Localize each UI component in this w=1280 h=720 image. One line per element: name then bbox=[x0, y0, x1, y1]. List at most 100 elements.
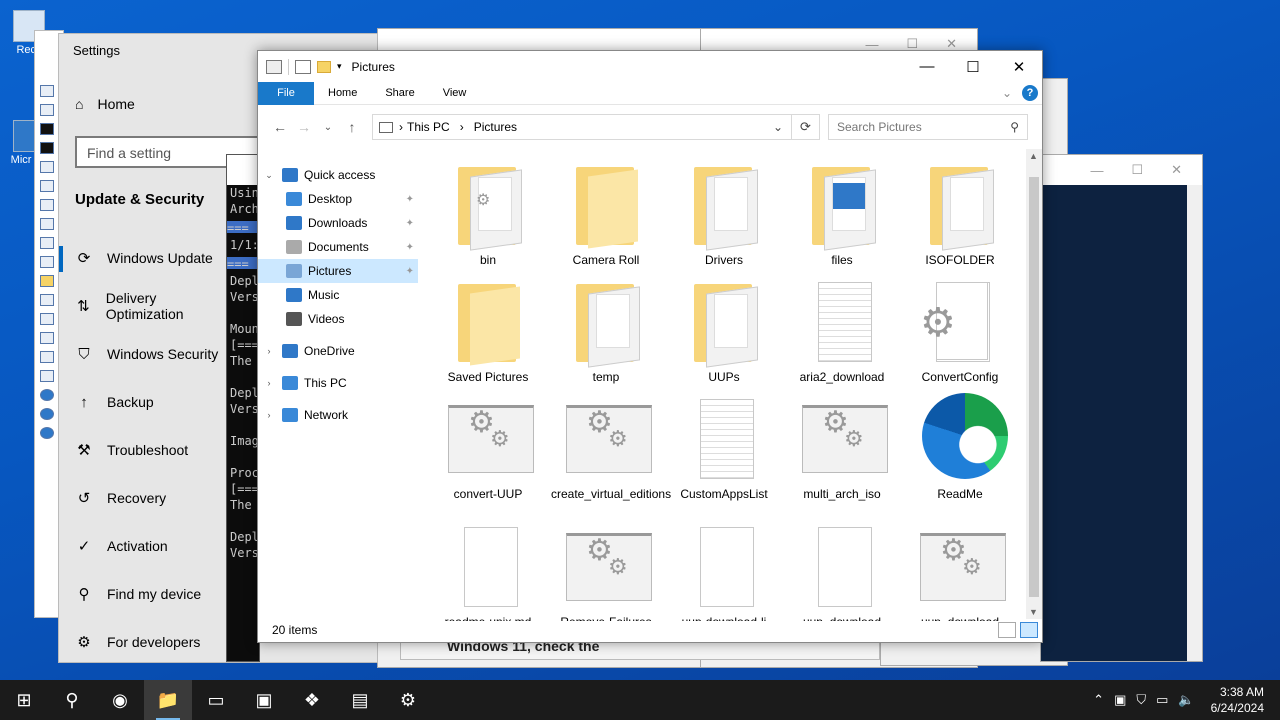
nav-troubleshoot[interactable]: ⚒ Troubleshoot bbox=[59, 426, 229, 474]
file-item[interactable]: ⚙ ⚙ convert-UUP bbox=[433, 393, 543, 502]
minimize-button[interactable]: — bbox=[904, 51, 950, 82]
settings-icon[interactable]: ⚙ bbox=[384, 680, 432, 720]
forward-arrow-icon[interactable]: → bbox=[292, 119, 316, 135]
terminal-icon[interactable]: ▭ bbox=[192, 680, 240, 720]
file-item[interactable]: files bbox=[787, 159, 897, 268]
search-icon[interactable]: ⚲ bbox=[48, 680, 96, 720]
file-item[interactable]: ⚙ ⚙ create_virtual_editions bbox=[551, 393, 671, 502]
scroll-up-icon[interactable]: ▲ bbox=[1029, 151, 1038, 161]
clock[interactable]: 3:38 AM 6/24/2024 bbox=[1211, 684, 1264, 716]
checkbox-icon[interactable] bbox=[295, 59, 311, 74]
refresh-button[interactable]: ⟳ bbox=[792, 114, 820, 140]
nav-find-my-device[interactable]: ⚲ Find my device bbox=[59, 570, 229, 618]
navigation-pane: ⌄ Quick access Desktop ✦ Downloads ✦ Documents… bbox=[258, 163, 418, 623]
collapsed-chevron-icon[interactable]: › bbox=[262, 410, 276, 420]
shield-tray-icon[interactable]: ⛉ bbox=[1136, 692, 1146, 708]
file-item[interactable]: readme-unix.md bbox=[433, 521, 543, 621]
properties-icon[interactable] bbox=[266, 59, 282, 74]
address-dropdown-icon[interactable]: ⌄ bbox=[765, 120, 791, 134]
back-arrow-icon[interactable]: ← bbox=[268, 119, 292, 135]
help-icon[interactable]: ? bbox=[1022, 85, 1038, 101]
nav-delivery-optimization[interactable]: ⇅ Delivery Optimization bbox=[59, 282, 229, 330]
nav-item-downloads[interactable]: Downloads ✦ bbox=[258, 211, 418, 235]
file-item[interactable]: ⚙ ⚙ multi_arch_iso bbox=[787, 393, 897, 502]
file-explorer-window: ▾ Pictures — ☐ ✕ File Home Share View ⌄ … bbox=[257, 50, 1043, 643]
file-item[interactable]: ⚙⚙Remove-Failures bbox=[551, 521, 661, 621]
file-item[interactable]: ⚙ bin bbox=[433, 159, 543, 268]
vertical-scrollbar[interactable]: ▲ ▼ bbox=[1026, 149, 1042, 619]
tab-view[interactable]: View bbox=[429, 82, 481, 105]
collapsed-chevron-icon[interactable]: › bbox=[262, 346, 276, 356]
file-item[interactable]: uup_download bbox=[787, 521, 897, 621]
nav-backup[interactable]: ↑ Backup bbox=[59, 378, 229, 426]
nav-for-developers[interactable]: ⚙ For developers bbox=[59, 618, 229, 666]
expanded-chevron-icon[interactable]: ⌄ bbox=[262, 170, 276, 181]
scroll-down-icon[interactable]: ▼ bbox=[1029, 607, 1038, 617]
chevron-up-icon[interactable]: ⌃ bbox=[1093, 692, 1104, 708]
file-item[interactable]: ⚙ ConvertConfig bbox=[905, 276, 1015, 385]
nav-recovery[interactable]: ↺ Recovery bbox=[59, 474, 229, 522]
file-item[interactable]: Saved Pictures bbox=[433, 276, 543, 385]
expand-ribbon-icon[interactable]: ⌄ bbox=[1002, 86, 1012, 100]
search-input[interactable]: Search Pictures ⚲ bbox=[828, 114, 1028, 140]
folder-icon bbox=[566, 159, 646, 249]
minimize-icon[interactable]: — bbox=[1090, 163, 1103, 178]
breadcrumb-this-pc[interactable]: This PC bbox=[407, 120, 450, 134]
file-item[interactable]: ReadMe bbox=[905, 393, 1015, 502]
file-item[interactable]: Drivers bbox=[669, 159, 779, 268]
check-circle-icon: ✓ bbox=[77, 538, 91, 555]
new-folder-icon[interactable] bbox=[317, 60, 331, 73]
tab-home[interactable]: Home bbox=[314, 82, 371, 105]
monitor-icon[interactable]: ▤ bbox=[336, 680, 384, 720]
nav-item-desktop[interactable]: Desktop ✦ bbox=[258, 187, 418, 211]
file-item[interactable]: CustomAppsList bbox=[669, 393, 779, 502]
nav-windows-security[interactable]: ⛉ Windows Security bbox=[59, 330, 229, 378]
pc-icon bbox=[379, 121, 393, 133]
nav-item-documents[interactable]: Documents ✦ bbox=[258, 235, 418, 259]
breadcrumb-pictures[interactable]: Pictures bbox=[474, 120, 517, 134]
nav-item-quick-access[interactable]: ⌄ Quick access bbox=[258, 163, 418, 187]
nav-item-pictures[interactable]: Pictures ✦ bbox=[258, 259, 418, 283]
file-item[interactable]: UUPs bbox=[669, 276, 779, 385]
tab-share[interactable]: Share bbox=[371, 82, 428, 105]
nav-item-network[interactable]: › Network bbox=[258, 403, 418, 427]
close-icon[interactable]: ✕ bbox=[1171, 162, 1182, 178]
nav-item-music[interactable]: Music bbox=[258, 283, 418, 307]
meet-icon[interactable]: ▣ bbox=[1114, 692, 1126, 708]
edge-icon[interactable]: ◉ bbox=[96, 680, 144, 720]
nav-item-videos[interactable]: Videos bbox=[258, 307, 418, 331]
start-icon[interactable]: ⊞ bbox=[0, 680, 48, 720]
file-item[interactable]: ⚙⚙uup_download bbox=[905, 521, 1015, 621]
file-explorer-icon[interactable]: 📁 bbox=[144, 680, 192, 720]
folder-icon bbox=[448, 276, 528, 366]
file-item[interactable]: temp bbox=[551, 276, 661, 385]
network-icon[interactable]: ▭ bbox=[1156, 692, 1168, 708]
file-item[interactable]: uup-download-li bbox=[669, 521, 779, 621]
tab-file[interactable]: File bbox=[258, 81, 314, 105]
nav-item-this-pc[interactable]: › This PC bbox=[258, 371, 418, 395]
nav-activation[interactable]: ✓ Activation bbox=[59, 522, 229, 570]
up-arrow-icon[interactable]: ↑ bbox=[340, 119, 364, 135]
background-window-4: — ☐ ✕ bbox=[1040, 154, 1203, 662]
nav-item-onedrive[interactable]: › OneDrive bbox=[258, 339, 418, 363]
package-icon[interactable]: ▣ bbox=[240, 680, 288, 720]
large-icons-view-icon[interactable] bbox=[1020, 622, 1038, 638]
address-bar[interactable]: › This PC › Pictures ⌄ bbox=[372, 114, 792, 140]
file-item[interactable]: Camera Roll bbox=[551, 159, 661, 268]
maximize-button[interactable]: ☐ bbox=[950, 51, 996, 82]
close-button[interactable]: ✕ bbox=[996, 51, 1042, 82]
pin-icon: ✦ bbox=[405, 265, 414, 277]
scroll-thumb[interactable] bbox=[1029, 177, 1039, 597]
volume-icon[interactable]: 🔈 bbox=[1178, 692, 1194, 708]
app-icon[interactable]: ❖ bbox=[288, 680, 336, 720]
maximize-icon[interactable]: ☐ bbox=[1131, 162, 1143, 178]
file-item[interactable]: aria2_download bbox=[787, 276, 897, 385]
recent-locations-icon[interactable]: ⌄ bbox=[316, 122, 340, 133]
collapsed-chevron-icon[interactable]: › bbox=[262, 378, 276, 388]
home-nav[interactable]: ⌂ Home bbox=[75, 96, 135, 112]
chevron-down-icon[interactable]: ▾ bbox=[337, 61, 342, 72]
file-item[interactable]: ISOFOLDER bbox=[905, 159, 1015, 268]
onedrive-icon bbox=[282, 344, 298, 358]
nav-windows-update[interactable]: ⟳ Windows Update bbox=[59, 234, 229, 282]
details-view-icon[interactable] bbox=[998, 622, 1016, 638]
